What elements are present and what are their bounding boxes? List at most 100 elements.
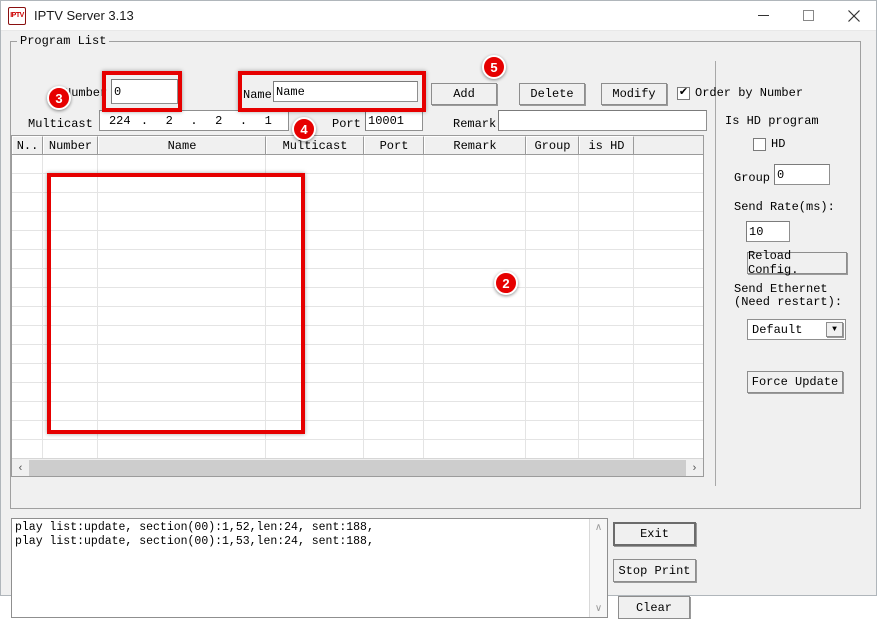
program-table[interactable]: N..NumberNameMulticastPortRemarkGroupis … [11, 135, 704, 477]
table-row[interactable] [12, 402, 703, 421]
log-vertical-scrollbar[interactable]: ∧ ∨ [589, 519, 607, 617]
table-cell[interactable] [526, 212, 579, 230]
table-header-name[interactable]: Name [98, 136, 266, 154]
table-cell[interactable] [98, 326, 266, 344]
table-cell[interactable] [12, 288, 43, 306]
table-cell[interactable] [12, 269, 43, 287]
table-cell[interactable] [526, 364, 579, 382]
maximize-icon[interactable] [786, 1, 831, 30]
remark-input[interactable] [498, 110, 707, 131]
table-cell[interactable] [364, 155, 424, 173]
close-icon[interactable] [831, 1, 876, 30]
table-cell[interactable] [266, 383, 364, 401]
table-cell[interactable] [424, 250, 526, 268]
table-cell[interactable] [526, 155, 579, 173]
table-cell[interactable] [98, 250, 266, 268]
table-cell[interactable] [424, 383, 526, 401]
table-cell[interactable] [98, 231, 266, 249]
table-cell[interactable] [98, 402, 266, 420]
table-cell[interactable] [424, 307, 526, 325]
table-cell[interactable] [43, 231, 98, 249]
multicast-octet-4[interactable]: 1 [249, 114, 289, 128]
table-cell[interactable] [12, 421, 43, 439]
table-row[interactable] [12, 250, 703, 269]
table-row[interactable] [12, 307, 703, 326]
table-cell[interactable] [266, 326, 364, 344]
order-by-number-checkbox[interactable]: ✔ Order by Number [677, 86, 803, 100]
stop-print-button[interactable]: Stop Print [613, 559, 696, 582]
table-cell[interactable] [526, 288, 579, 306]
table-cell[interactable] [579, 174, 634, 192]
table-row[interactable] [12, 193, 703, 212]
table-cell[interactable] [364, 421, 424, 439]
table-cell[interactable] [364, 212, 424, 230]
table-cell[interactable] [98, 440, 266, 458]
table-cell[interactable] [12, 402, 43, 420]
table-cell[interactable] [43, 421, 98, 439]
table-cell[interactable] [266, 269, 364, 287]
table-cell[interactable] [364, 231, 424, 249]
table-cell[interactable] [424, 364, 526, 382]
table-cell[interactable] [43, 345, 98, 363]
table-cell[interactable] [12, 364, 43, 382]
table-cell[interactable] [364, 364, 424, 382]
table-header-is-hd[interactable]: is HD [579, 136, 634, 154]
table-cell[interactable] [12, 250, 43, 268]
table-cell[interactable] [12, 155, 43, 173]
table-header-n[interactable]: N.. [12, 136, 43, 154]
table-cell[interactable] [266, 440, 364, 458]
table-cell[interactable] [12, 440, 43, 458]
number-input[interactable]: 0 [111, 79, 178, 104]
table-cell[interactable] [424, 231, 526, 249]
table-cell[interactable] [266, 193, 364, 211]
table-cell[interactable] [266, 345, 364, 363]
table-cell[interactable] [266, 421, 364, 439]
table-cell[interactable] [579, 212, 634, 230]
table-cell[interactable] [424, 440, 526, 458]
table-cell[interactable] [424, 326, 526, 344]
send-rate-input[interactable]: 10 [746, 221, 790, 242]
scroll-up-icon[interactable]: ∧ [595, 519, 602, 536]
table-cell[interactable] [579, 345, 634, 363]
table-cell[interactable] [266, 307, 364, 325]
table-cell[interactable] [43, 288, 98, 306]
delete-button[interactable]: Delete [519, 83, 585, 105]
table-cell[interactable] [98, 155, 266, 173]
table-cell[interactable] [43, 440, 98, 458]
table-cell[interactable] [424, 193, 526, 211]
table-row[interactable] [12, 155, 703, 174]
table-cell[interactable] [266, 250, 364, 268]
table-row[interactable] [12, 231, 703, 250]
table-cell[interactable] [364, 193, 424, 211]
table-row[interactable] [12, 421, 703, 440]
table-cell[interactable] [579, 383, 634, 401]
table-cell[interactable] [12, 307, 43, 325]
table-cell[interactable] [98, 364, 266, 382]
table-row[interactable] [12, 440, 703, 459]
table-cell[interactable] [579, 364, 634, 382]
table-horizontal-scrollbar[interactable]: ‹ › [12, 458, 703, 476]
table-cell[interactable] [266, 212, 364, 230]
table-header-group[interactable]: Group [526, 136, 579, 154]
table-cell[interactable] [526, 174, 579, 192]
table-cell[interactable] [364, 288, 424, 306]
scroll-thumb[interactable] [29, 460, 686, 476]
table-cell[interactable] [364, 383, 424, 401]
table-cell[interactable] [12, 193, 43, 211]
table-cell[interactable] [579, 250, 634, 268]
table-cell[interactable] [526, 345, 579, 363]
table-cell[interactable] [266, 402, 364, 420]
table-cell[interactable] [266, 231, 364, 249]
table-cell[interactable] [43, 326, 98, 344]
table-cell[interactable] [364, 402, 424, 420]
table-cell[interactable] [12, 174, 43, 192]
table-row[interactable] [12, 383, 703, 402]
table-cell[interactable] [43, 174, 98, 192]
table-cell[interactable] [98, 212, 266, 230]
table-cell[interactable] [12, 212, 43, 230]
table-cell[interactable] [526, 383, 579, 401]
table-cell[interactable] [43, 155, 98, 173]
table-cell[interactable] [364, 345, 424, 363]
scroll-left-icon[interactable]: ‹ [12, 459, 29, 476]
table-cell[interactable] [364, 326, 424, 344]
